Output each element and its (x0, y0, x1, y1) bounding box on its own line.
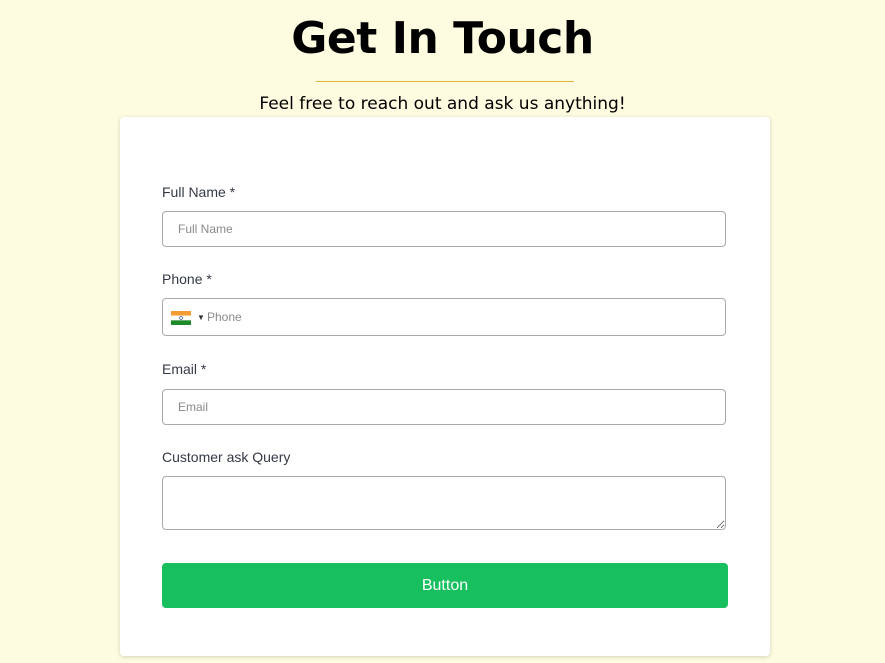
page-title: Get In Touch (291, 13, 594, 64)
india-flag-icon[interactable] (171, 311, 191, 325)
country-dropdown-caret-icon[interactable]: ▼ (197, 313, 205, 323)
contact-form-card: Full Name * Phone * ▼ Email * Customer a… (120, 117, 770, 656)
submit-button[interactable]: Button (162, 563, 728, 608)
page-subtitle: Feel free to reach out and ask us anythi… (259, 94, 626, 114)
full-name-input[interactable] (162, 211, 726, 247)
email-input[interactable] (162, 389, 726, 425)
query-textarea[interactable] (162, 476, 726, 530)
title-divider (316, 81, 574, 82)
full-name-label: Full Name * (162, 184, 236, 200)
contact-page: Get In Touch Feel free to reach out and … (0, 0, 885, 663)
email-label: Email * (162, 361, 207, 377)
phone-input[interactable] (207, 299, 707, 335)
phone-label: Phone * (162, 271, 212, 287)
query-label: Customer ask Query (162, 449, 291, 465)
phone-field: ▼ (162, 298, 726, 336)
